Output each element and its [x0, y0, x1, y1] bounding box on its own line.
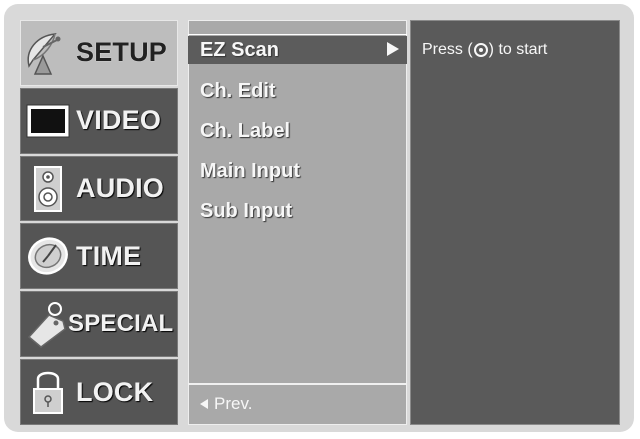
menu-item-label: Ch. Label — [200, 119, 291, 142]
menu-bottom-divider — [188, 383, 407, 385]
prev-button[interactable]: Prev. — [200, 394, 252, 414]
clock-icon — [20, 228, 76, 284]
menu-item-label: Main Input — [200, 159, 300, 182]
menu-item-label: EZ Scan — [200, 38, 279, 61]
sidebar-item-label: SETUP — [76, 37, 168, 68]
prev-label: Prev. — [214, 394, 253, 413]
menu-item-main-input[interactable]: Main Input — [188, 157, 407, 185]
sidebar-item-label: AUDIO — [76, 173, 164, 204]
sidebar-item-audio[interactable]: AUDIO — [20, 155, 178, 222]
padlock-icon — [20, 364, 76, 420]
menu-item-sub-input[interactable]: Sub Input — [188, 197, 407, 225]
start-hint: Press ( ) to start — [422, 41, 547, 59]
sidebar-item-lock[interactable]: LOCK — [20, 359, 178, 425]
satellite-dish-icon — [20, 25, 76, 81]
menu-top-divider — [188, 20, 407, 35]
sidebar-item-label: TIME — [76, 240, 142, 271]
sidebar-item-setup[interactable]: SETUP — [20, 20, 178, 86]
sidebar-item-label: SPECIAL — [68, 310, 174, 338]
menu-item-label: Ch. Edit — [200, 79, 276, 102]
arrow-right-icon — [387, 42, 399, 56]
submenu-panel: Press ( ) to start — [410, 20, 620, 425]
sidebar-item-video[interactable]: VIDEO — [20, 87, 178, 154]
menu-item-ch-label[interactable]: Ch. Label — [188, 117, 407, 145]
setup-menu: EZ Scan Ch. Edit Ch. Label Main Input Su… — [188, 20, 407, 425]
menu-item-ez-scan[interactable]: EZ Scan — [188, 36, 407, 64]
sidebar-item-time[interactable]: TIME — [20, 223, 178, 290]
ok-button-icon — [473, 43, 488, 57]
sidebar-item-special[interactable]: SPECIAL — [20, 291, 178, 358]
hint-suffix: ) to start — [488, 41, 548, 58]
speaker-icon — [20, 161, 76, 217]
category-sidebar: SETUP VIDEO AUDIO TIME SPECIAL LOCK — [20, 20, 178, 425]
sidebar-item-label: LOCK — [76, 376, 154, 407]
hint-prefix: Press ( — [422, 41, 473, 58]
sidebar-item-label: VIDEO — [76, 105, 162, 136]
arrow-left-icon — [200, 399, 208, 409]
menu-item-ch-edit[interactable]: Ch. Edit — [188, 77, 407, 105]
menu-item-label: Sub Input — [200, 199, 293, 222]
tv-screen-icon — [20, 93, 76, 149]
